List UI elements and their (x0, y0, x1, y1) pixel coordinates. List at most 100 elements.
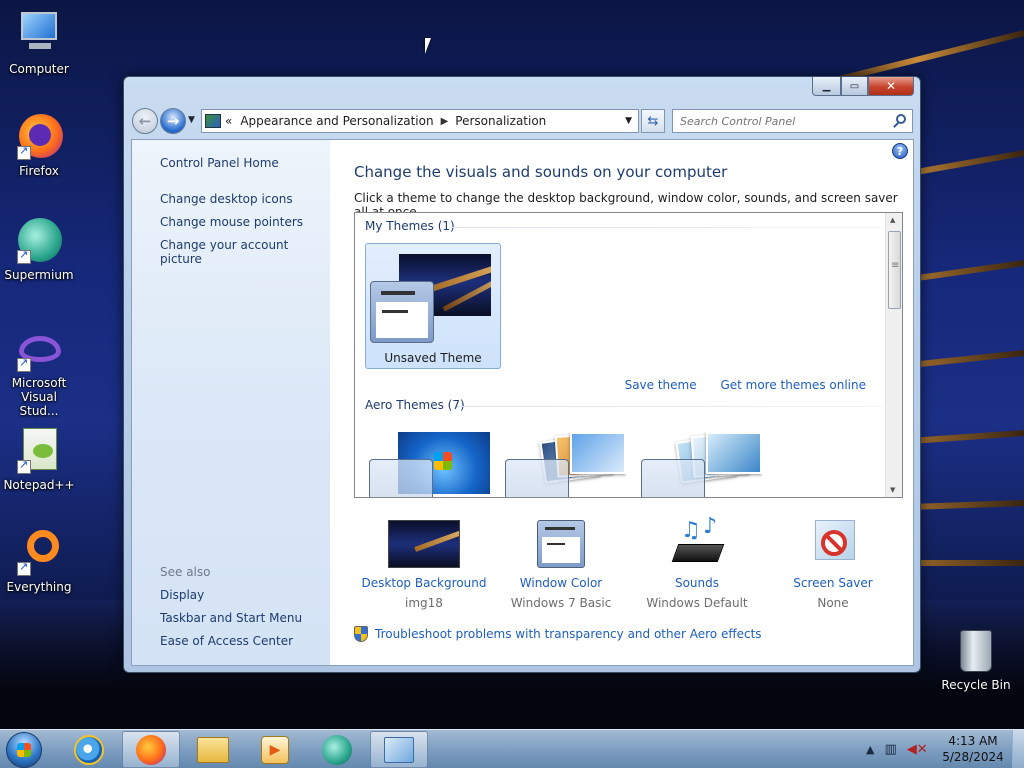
volume-muted-icon[interactable]: ◀✕ (907, 742, 928, 757)
firefox-icon (15, 112, 63, 160)
maximize-button[interactable]: ▭ (841, 77, 868, 96)
taskbar-start-menu-link[interactable]: Taskbar and Start Menu (160, 611, 302, 625)
change-account-picture-link[interactable]: Change your account picture (160, 238, 330, 266)
desktop-background-item[interactable]: Desktop Background img18 (354, 518, 494, 610)
scroll-thumb[interactable] (888, 231, 901, 309)
client-area: Control Panel Home Change desktop icons … (131, 139, 914, 666)
taskbar-supermium[interactable] (308, 731, 366, 768)
desktop-icon-label: Microsoft Visual Stud... (11, 376, 67, 418)
breadcrumb-chevron-icon[interactable]: ▶ (441, 116, 449, 127)
breadcrumb-appearance[interactable]: Appearance and Personalization (240, 114, 433, 128)
shield-icon (354, 626, 368, 642)
scroll-down-icon[interactable]: ▼ (890, 486, 895, 494)
change-desktop-icons-link[interactable]: Change desktop icons (160, 192, 293, 206)
help-icon[interactable]: ? (892, 143, 908, 159)
network-icon[interactable]: ▥ (884, 742, 896, 757)
desktop-icon-firefox[interactable]: Firefox (1, 112, 77, 178)
save-theme-link[interactable]: Save theme (625, 378, 697, 392)
see-also-label: See also (160, 565, 211, 579)
main-pane: ? Change the visuals and sounds on your … (330, 140, 913, 665)
my-themes-group-title: My Themes (1) (365, 219, 455, 233)
theme-tile-windows7[interactable] (365, 422, 501, 497)
address-bar[interactable]: « Appearance and Personalization ▶ Perso… (201, 109, 639, 133)
display-link[interactable]: Display (160, 588, 204, 602)
sounds-item[interactable]: ♫ ♪ Sounds Windows Default (627, 514, 767, 610)
theme-window-thumbnail (370, 281, 434, 343)
mouse-cursor-icon (425, 38, 437, 54)
everything-icon (15, 528, 63, 576)
group-divider (451, 227, 882, 228)
task-pane: Control Panel Home Change desktop icons … (132, 140, 330, 665)
desktop-icon-visual-studio[interactable]: Microsoft Visual Stud... (1, 332, 77, 418)
control-panel-icon (384, 736, 414, 763)
themes-scrollbar[interactable]: ▲ ▼ (885, 213, 902, 497)
media-player-icon: ▶ (261, 735, 289, 764)
navigation-bar: ← → ▼ « Appearance and Personalization ▶… (131, 108, 913, 134)
page-title: Change the visuals and sounds on your co… (354, 163, 728, 181)
notification-area: ▲ ▥ ◀✕ (866, 730, 938, 768)
themes-list: My Themes (1) Unsaved Theme Save theme G… (354, 212, 903, 498)
scroll-up-icon[interactable]: ▲ (890, 216, 895, 224)
desktop-icon-notepadpp[interactable]: Notepad++ (1, 426, 77, 492)
taskbar-file-explorer[interactable] (184, 731, 242, 768)
theme-name: Unsaved Theme (384, 351, 482, 365)
troubleshoot-aero-link[interactable]: Troubleshoot problems with transparency … (354, 626, 762, 642)
desktop-icon-recycle-bin[interactable]: Recycle Bin (937, 630, 1015, 692)
close-button[interactable]: ✕ (868, 77, 914, 96)
recent-pages-dropdown[interactable]: ▼ (188, 115, 195, 125)
start-button[interactable] (4, 730, 44, 768)
screen-saver-item[interactable]: Screen Saver None (763, 518, 903, 610)
ease-of-access-link[interactable]: Ease of Access Center (160, 634, 293, 648)
theme-links: Save theme Get more themes online (605, 378, 866, 392)
notepadpp-icon (15, 426, 63, 474)
caption-buttons: ▁ ▭ ✕ (812, 77, 914, 96)
theme-window-thumbnail (505, 459, 569, 497)
back-button[interactable]: ← (132, 108, 158, 134)
desktop-icon-everything[interactable]: Everything (1, 528, 77, 594)
breadcrumb-overflow[interactable]: « (225, 114, 232, 128)
desktop-icon-label: Supermium (4, 268, 74, 282)
sounds-icon: ♫ ♪ (661, 514, 733, 568)
windows-logo-icon (6, 731, 42, 768)
recycle-bin-icon (960, 630, 992, 672)
supermium-icon (322, 734, 352, 765)
sounds-link[interactable]: Sounds (627, 576, 767, 590)
screen-saver-link[interactable]: Screen Saver (763, 576, 903, 590)
taskbar: ▶ ▲ ▥ ◀✕ 4:13 AM 5/28/2024 (0, 729, 1024, 768)
search-box (672, 109, 913, 133)
forward-button[interactable]: → (160, 108, 186, 134)
folder-icon (197, 736, 229, 763)
address-dropdown-icon[interactable]: ▼ (625, 116, 632, 126)
taskbar-firefox[interactable] (122, 731, 180, 768)
taskbar-media-player[interactable]: ▶ (246, 731, 304, 768)
window-color-item[interactable]: Window Color Windows 7 Basic (491, 518, 631, 610)
theme-tile-unsaved[interactable]: Unsaved Theme (365, 243, 501, 369)
group-divider (457, 406, 882, 407)
personalization-window[interactable]: ▁ ▭ ✕ ← → ▼ « Appearance and Personaliza… (123, 76, 921, 673)
theme-tile-architecture[interactable] (501, 422, 637, 497)
aero-themes-group-title: Aero Themes (7) (365, 398, 465, 412)
breadcrumb-personalization[interactable]: Personalization (455, 114, 546, 128)
taskbar-clock[interactable]: 4:13 AM 5/28/2024 (936, 733, 1010, 765)
desktop-icon-computer[interactable]: Computer (1, 10, 77, 76)
sounds-value: Windows Default (646, 596, 748, 610)
taskbar-control-panel[interactable] (370, 731, 428, 768)
desktop-background-link[interactable]: Desktop Background (354, 576, 494, 590)
search-icon[interactable] (896, 114, 906, 124)
minimize-button[interactable]: ▁ (812, 77, 841, 96)
refresh-button[interactable]: ⇆ (641, 109, 665, 133)
theme-tile-characters[interactable] (637, 422, 773, 497)
get-more-themes-link[interactable]: Get more themes online (720, 378, 866, 392)
desktop-icon-supermium[interactable]: Supermium (1, 216, 77, 282)
internet-explorer-icon (74, 734, 104, 765)
theme-window-thumbnail (369, 459, 433, 497)
change-mouse-pointers-link[interactable]: Change mouse pointers (160, 215, 303, 229)
desktop-icon-label: Recycle Bin (941, 678, 1011, 692)
show-desktop-button[interactable] (1012, 730, 1024, 768)
computer-icon (15, 10, 63, 58)
window-color-link[interactable]: Window Color (491, 576, 631, 590)
show-hidden-icons-button[interactable]: ▲ (866, 743, 874, 756)
search-input[interactable] (673, 110, 883, 132)
control-panel-home-link[interactable]: Control Panel Home (160, 156, 279, 170)
taskbar-internet-explorer[interactable] (60, 731, 118, 768)
